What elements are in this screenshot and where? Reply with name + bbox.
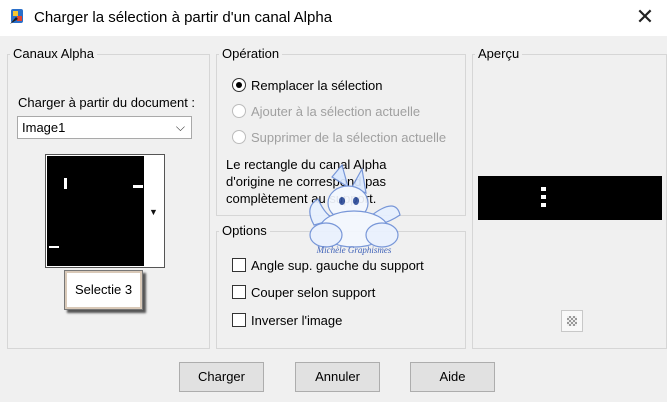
title-bar: Charger la sélection à partir d'un canal…: [0, 0, 667, 36]
watermark-text: Michèle Graphismes: [316, 245, 392, 255]
radio-add[interactable]: [232, 104, 246, 118]
radio-add-label: Ajouter à la sélection actuelle: [251, 104, 421, 119]
thumbnail-mark: [49, 246, 59, 248]
app-icon: [10, 9, 23, 24]
load-button[interactable]: Charger: [179, 362, 264, 392]
radio-replace-label: Remplacer la sélection: [251, 78, 383, 93]
tooltip-text: Selectie 3: [74, 282, 133, 297]
thumbnail-dropdown-icon[interactable]: ▼: [149, 207, 158, 217]
alpha-channel-thumbnail[interactable]: ▼: [45, 154, 165, 268]
checkbox-invert-label: Inverser l'image: [251, 313, 343, 328]
thumbnail-preview: [47, 156, 144, 266]
checkerboard-icon: [567, 316, 577, 326]
checkbox-invert[interactable]: [232, 313, 246, 327]
checkbox-top-left-corner[interactable]: [232, 258, 246, 272]
preview-image: [478, 176, 662, 220]
radio-subtract[interactable]: [232, 130, 246, 144]
preview-checkerboard-button[interactable]: [561, 310, 583, 332]
radio-subtract-label: Supprimer de la sélection actuelle: [251, 130, 447, 145]
options-legend: Options: [222, 223, 267, 238]
checkbox-top-left-corner-label: Angle sup. gauche du support: [251, 258, 424, 273]
preview-mark: [541, 203, 546, 207]
close-icon: ✕: [635, 4, 655, 29]
preview-legend: Aperçu: [478, 46, 520, 61]
checkbox-crop-to-canvas[interactable]: [232, 285, 246, 299]
help-button[interactable]: Aide: [410, 362, 495, 392]
watermark-fox-image: Michèle Graphismes: [309, 163, 401, 255]
document-select[interactable]: Image1 ⌵: [17, 116, 192, 139]
document-select-value: Image1: [22, 120, 66, 135]
window-title: Charger la sélection à partir d'un canal…: [34, 9, 333, 26]
chevron-down-icon: ⌵: [175, 120, 185, 134]
radio-replace[interactable]: [232, 78, 246, 92]
canaux-alpha-legend: Canaux Alpha: [13, 46, 94, 61]
thumbnail-tooltip: Selectie 3: [64, 270, 143, 310]
operation-legend: Opération: [222, 46, 280, 61]
cancel-button[interactable]: Annuler: [295, 362, 380, 392]
preview-mark: [541, 187, 546, 191]
thumbnail-mark: [133, 185, 143, 188]
close-button[interactable]: ✕: [631, 4, 659, 32]
document-label: Charger à partir du document :: [18, 95, 196, 110]
checkbox-crop-to-canvas-label: Couper selon support: [251, 285, 376, 300]
thumbnail-mark: [64, 178, 67, 189]
preview-mark: [541, 195, 546, 199]
